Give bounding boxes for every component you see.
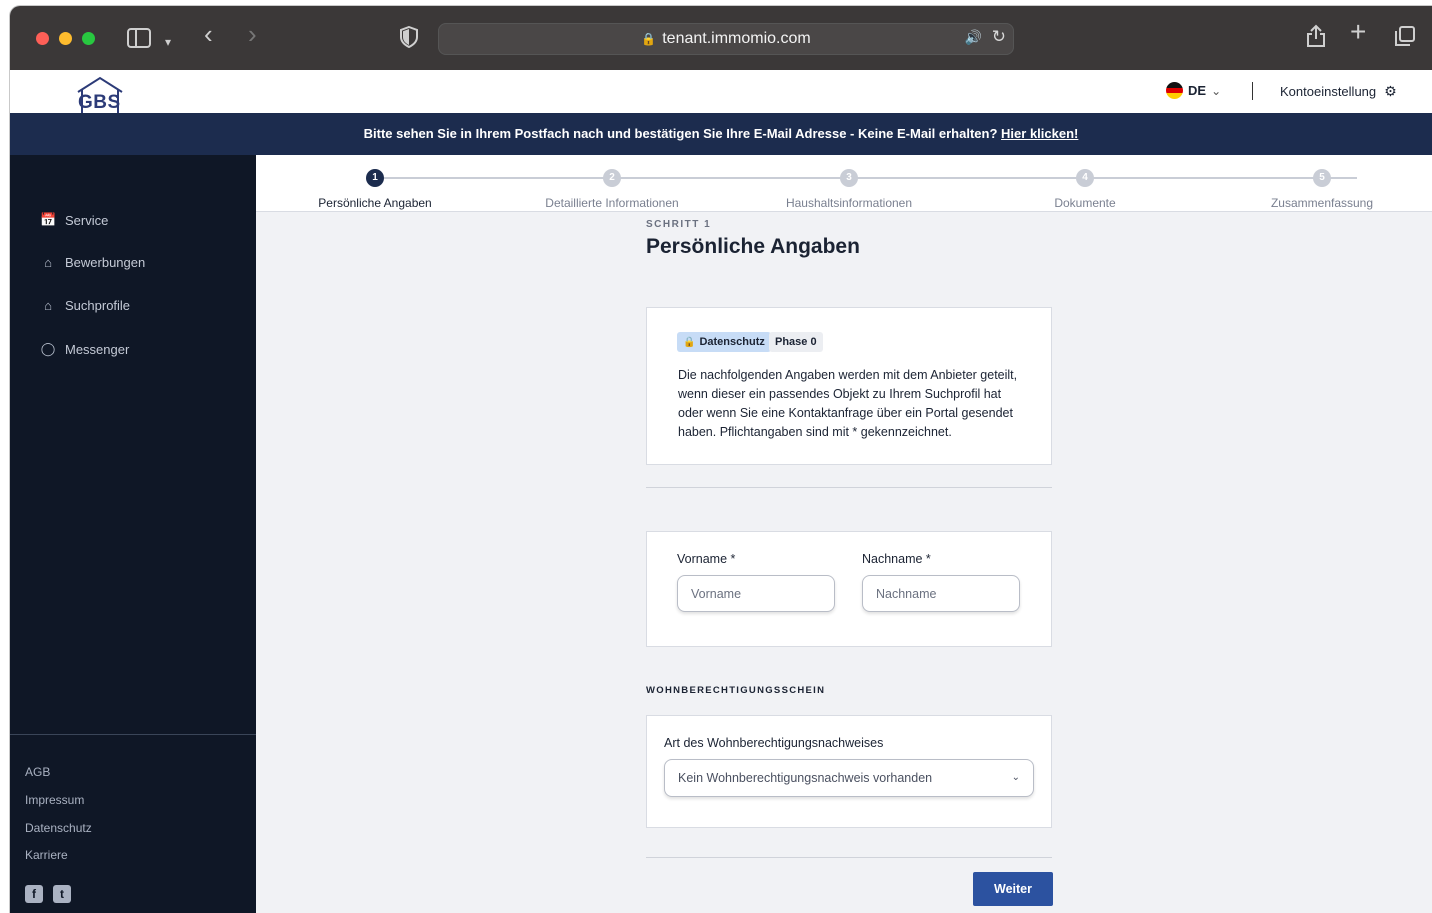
wbs-card: Art des Wohnberechtigungsnachweises Kein…	[646, 715, 1052, 828]
sidebar-item-label: Messenger	[65, 341, 130, 357]
name-card: Vorname * Nachname *	[646, 531, 1052, 647]
last-name-input[interactable]	[862, 575, 1020, 612]
sidebar-item-suchprofile[interactable]: ⌂ Suchprofile	[40, 298, 130, 313]
step-2-indicator[interactable]: 2	[603, 169, 621, 187]
twitter-icon[interactable]: t	[53, 885, 71, 903]
app-header: GBS DE ⌄ Kontoeinstellung ⚙	[10, 70, 1432, 116]
account-settings-link[interactable]: Kontoeinstellung ⚙	[1280, 83, 1397, 100]
step-2-label[interactable]: Detaillierte Informationen	[545, 196, 678, 210]
section-divider	[646, 487, 1052, 488]
language-label: DE	[1188, 83, 1207, 98]
sidebar-divider	[10, 734, 256, 735]
url-text: tenant.immomio.com	[662, 30, 811, 47]
logo-text: GBS	[78, 92, 121, 113]
privacy-info-text: Die nachfolgenden Angaben werden mit dem…	[678, 368, 1018, 439]
language-selector[interactable]: DE ⌄	[1166, 82, 1221, 99]
step-1-indicator[interactable]: 1	[366, 169, 384, 187]
tab-overview-icon[interactable]	[1395, 26, 1415, 46]
account-settings-label: Kontoeinstellung	[1280, 84, 1377, 99]
wbs-type-label: Art des Wohnberechtigungsnachweises	[664, 736, 884, 750]
browser-window: ▾ ‹ › 🔒 tenant.immomio.com 🔊 ↻ + GBS DE …	[10, 6, 1432, 913]
step-1-label[interactable]: Persönliche Angaben	[318, 196, 431, 210]
sidebar: 📅 Service ⌂ Bewerbungen ⌂ Suchprofile ◯ …	[10, 155, 256, 913]
minimize-window-button[interactable]	[59, 32, 72, 45]
wbs-type-selected: Kein Wohnberechtigungsnachweis vorhanden	[678, 771, 933, 785]
audio-icon[interactable]: 🔊	[965, 29, 982, 46]
phase-badge: Phase 0	[769, 332, 823, 352]
page-title: Persönliche Angaben	[646, 235, 860, 258]
privacy-shield-icon[interactable]	[400, 26, 418, 48]
main-content: 1 2 3 4 5 Persönliche Angaben Detaillier…	[256, 155, 1432, 913]
chat-icon: ◯	[40, 341, 56, 356]
privacy-info-card: 🔒 Datenschutz Phase 0 Die nachfolgenden A…	[646, 307, 1052, 465]
sidebar-item-bewerbungen[interactable]: ⌂ Bewerbungen	[40, 255, 145, 270]
footer-link-datenschutz[interactable]: Datenschutz	[25, 821, 92, 835]
step-4-indicator[interactable]: 4	[1076, 169, 1094, 187]
chevron-down-icon[interactable]: ▾	[165, 30, 171, 54]
sidebar-toggle-icon[interactable]	[127, 28, 151, 48]
house-search-icon: ⌂	[44, 298, 52, 313]
sidebar-item-messenger[interactable]: ◯ Messenger	[40, 341, 130, 357]
facebook-icon[interactable]: f	[25, 885, 43, 903]
step-3-indicator[interactable]: 3	[840, 169, 858, 187]
wbs-type-select[interactable]: Kein Wohnberechtigungsnachweis vorhanden…	[664, 759, 1034, 797]
browser-toolbar: ▾ ‹ › 🔒 tenant.immomio.com 🔊 ↻ +	[10, 6, 1432, 70]
wbs-section-title: WOHNBERECHTIGUNGSSCHEIN	[646, 685, 826, 696]
step-caption: SCHRITT 1	[646, 219, 712, 230]
gear-icon: ⚙	[1384, 83, 1397, 99]
calendar-icon: 📅	[40, 212, 57, 227]
german-flag-icon	[1166, 82, 1183, 99]
footer-link-agb[interactable]: AGB	[25, 765, 50, 779]
chevron-down-icon: ⌄	[1211, 83, 1222, 98]
lock-icon: 🔒	[683, 337, 696, 348]
step-5-label[interactable]: Zusammenfassung	[1271, 196, 1373, 210]
step-4-label[interactable]: Dokumente	[1054, 196, 1115, 210]
step-5-indicator[interactable]: 5	[1313, 169, 1331, 187]
sidebar-item-service[interactable]: 📅 Service	[40, 212, 108, 228]
footer-link-impressum[interactable]: Impressum	[25, 793, 84, 807]
section-divider	[646, 857, 1052, 858]
lock-icon: 🔒	[641, 32, 657, 46]
privacy-badge: 🔒 Datenschutz	[677, 332, 771, 352]
sidebar-item-label: Bewerbungen	[65, 255, 146, 270]
email-confirmation-banner: Bitte sehen Sie in Ihrem Postfach nach u…	[10, 113, 1432, 155]
home-icon: ⌂	[44, 255, 52, 270]
close-window-button[interactable]	[36, 32, 49, 45]
banner-text: Bitte sehen Sie in Ihrem Postfach nach u…	[363, 126, 998, 141]
sidebar-item-label: Service	[65, 212, 109, 228]
resend-email-link[interactable]: Hier klicken!	[1001, 126, 1078, 141]
forward-icon[interactable]: ›	[248, 21, 257, 47]
first-name-input[interactable]	[677, 575, 835, 612]
chevron-down-icon: ⌄	[1011, 772, 1020, 783]
progress-stepper: 1 2 3 4 5 Persönliche Angaben Detaillier…	[256, 155, 1432, 212]
next-button[interactable]: Weiter	[973, 872, 1053, 906]
privacy-badge-label: Datenschutz	[699, 336, 765, 348]
address-bar[interactable]: 🔒 tenant.immomio.com 🔊 ↻	[438, 23, 1014, 55]
first-name-label: Vorname *	[677, 552, 736, 566]
share-icon[interactable]	[1306, 24, 1326, 48]
zoom-window-button[interactable]	[82, 32, 95, 45]
step-3-label[interactable]: Haushaltsinformationen	[786, 196, 912, 210]
new-tab-icon[interactable]: +	[1350, 18, 1366, 46]
back-icon[interactable]: ‹	[204, 21, 213, 47]
reload-icon[interactable]: ↻	[992, 27, 1006, 47]
header-divider	[1252, 82, 1253, 100]
stepper-track	[384, 177, 1357, 179]
gbs-logo[interactable]: GBS	[26, 72, 162, 116]
sidebar-item-label: Suchprofile	[65, 298, 131, 313]
last-name-label: Nachname *	[862, 552, 931, 566]
footer-link-karriere[interactable]: Karriere	[25, 848, 68, 862]
